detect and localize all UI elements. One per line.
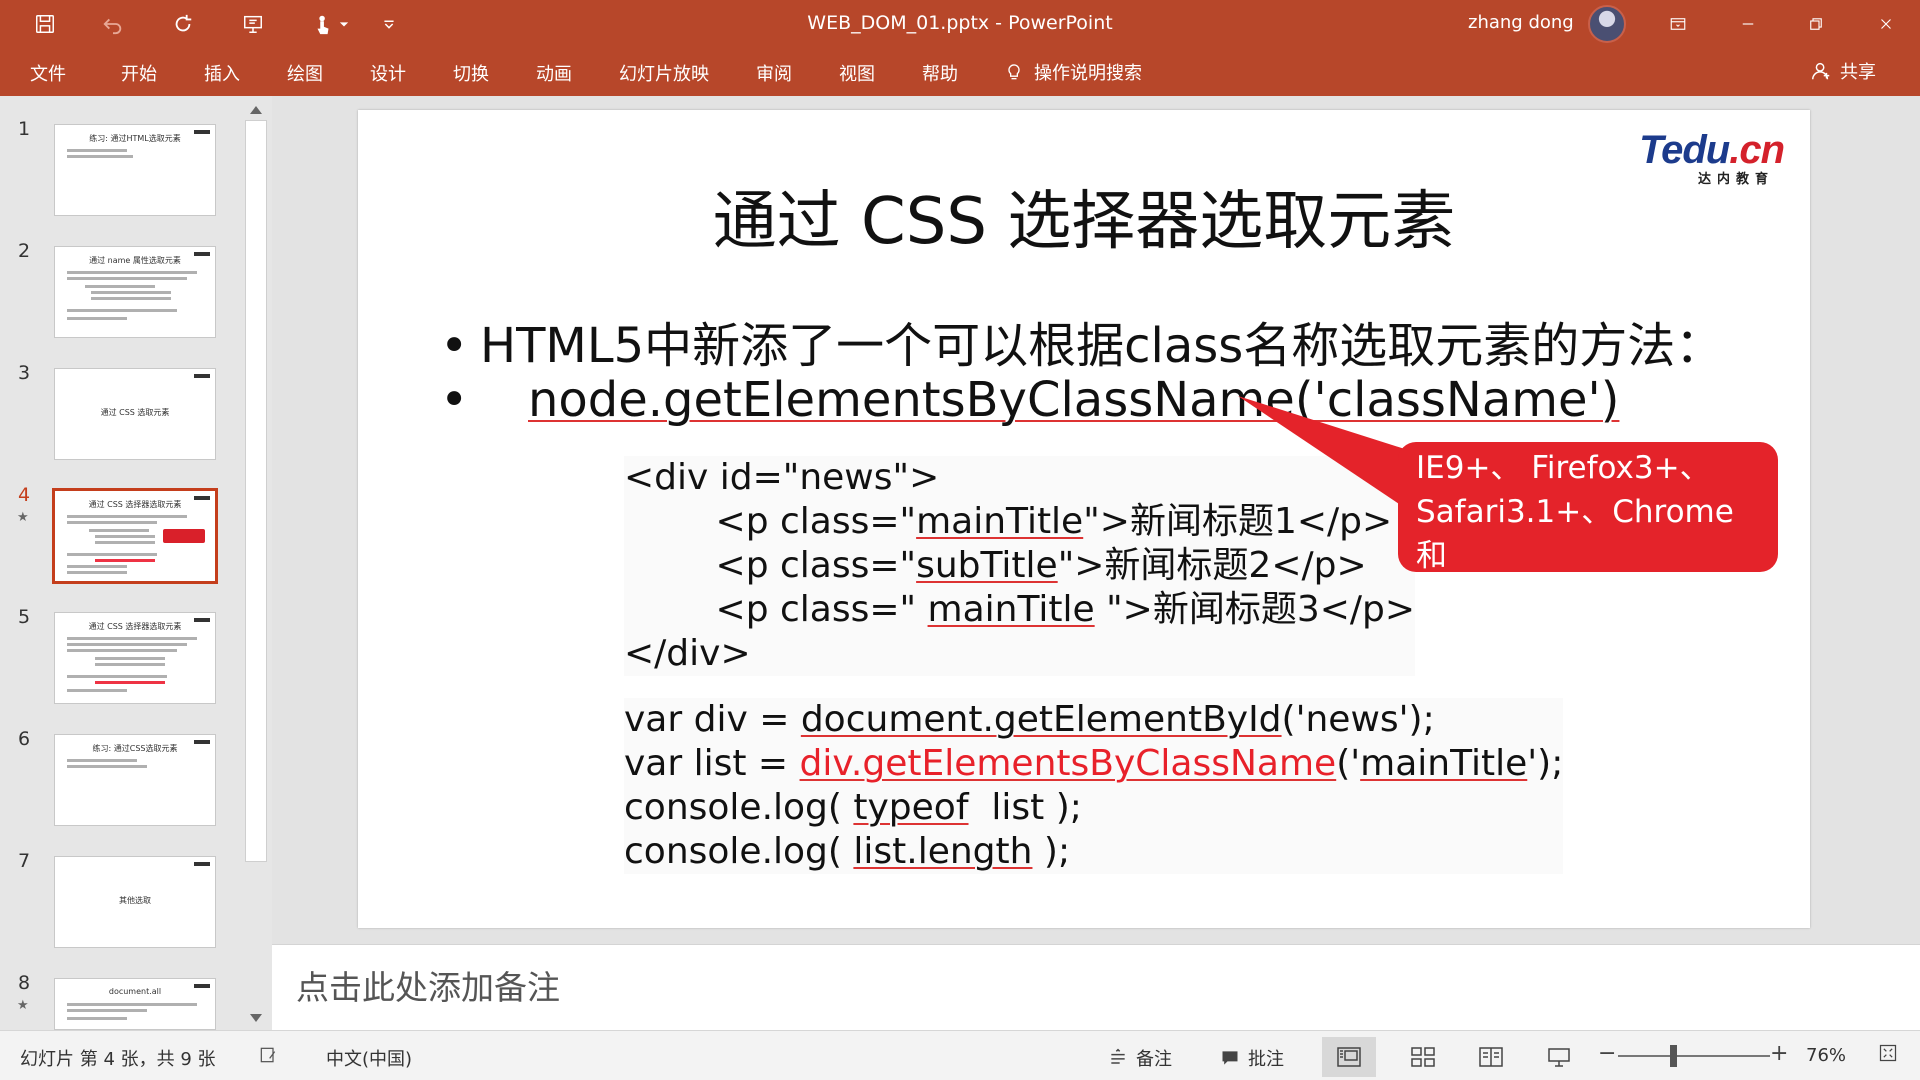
tab-slideshow[interactable]: 幻灯片放映 xyxy=(619,60,709,86)
slide-thumbnail-1[interactable]: 练习: 通过HTML选取元素 xyxy=(54,124,216,216)
reading-view-button[interactable] xyxy=(1464,1037,1518,1077)
tab-draw[interactable]: 绘图 xyxy=(287,60,323,86)
slide-thumbnail-5[interactable]: 通过 CSS 选择器选取元素 xyxy=(54,612,216,704)
thumbnail-scrollbar[interactable] xyxy=(244,100,268,1030)
notes-label: 备注 xyxy=(1136,1049,1172,1070)
undo-icon[interactable] xyxy=(96,8,130,40)
browser-support-callout[interactable]: IE9+、 Firefox3+、 Safari3.1+、Chrome和 Oper… xyxy=(1398,442,1778,618)
html-code-example[interactable]: <div id="news"> <p class="mainTitle">新闻标… xyxy=(624,456,1416,676)
thumb-title: document.all xyxy=(108,987,162,996)
notes-placeholder: 点击此处添加备注 xyxy=(296,968,560,1007)
thumb-title: 练习: 通过HTML选取元素 xyxy=(89,134,181,143)
notes-toggle-button[interactable]: 备注 xyxy=(1108,1045,1172,1071)
avatar[interactable] xyxy=(1588,5,1626,43)
slide-thumbnail-6[interactable]: 练习: 通过CSS选取元素 xyxy=(54,734,216,826)
ribbon-tabs: 文件 开始 插入 绘图 设计 切换 动画 幻灯片放映 审阅 视图 帮助 操作说明… xyxy=(0,48,1920,96)
slide-count-status[interactable]: 幻灯片 第 4 张，共 9 张 xyxy=(20,1045,216,1071)
ribbon-display-options-icon[interactable] xyxy=(1644,0,1712,48)
save-icon[interactable] xyxy=(28,8,62,40)
slide-number: 5 xyxy=(18,606,31,628)
scrollbar-thumb[interactable] xyxy=(245,120,267,862)
tab-transitions[interactable]: 切换 xyxy=(453,60,489,86)
bullet-text-2[interactable]: • node.getElementsByClassName('className'… xyxy=(440,372,1619,428)
normal-view-button[interactable] xyxy=(1322,1037,1376,1077)
tab-file[interactable]: 文件 xyxy=(30,60,66,86)
animation-star-icon: ★ xyxy=(17,510,29,525)
thumb-title: 通过 CSS 选择器选取元素 xyxy=(88,500,182,509)
notes-pane[interactable]: 点击此处添加备注 xyxy=(272,944,1920,1030)
customize-toolbar-icon[interactable] xyxy=(372,8,406,40)
document-title: WEB_DOM_01.pptx - PowerPoint xyxy=(807,12,1113,34)
scroll-down-icon[interactable] xyxy=(250,1014,262,1022)
comment-icon xyxy=(1222,1051,1238,1065)
thumb-title: 通过 CSS 选择器选取元素 xyxy=(88,622,182,631)
comments-label: 批注 xyxy=(1248,1049,1284,1070)
tell-me-label: 操作说明搜索 xyxy=(1034,63,1142,84)
slide-number: 3 xyxy=(18,362,31,384)
tab-home[interactable]: 开始 xyxy=(121,60,157,86)
slide-number: 8 xyxy=(18,972,31,994)
close-button[interactable] xyxy=(1852,0,1920,48)
slide-thumbnail-7[interactable]: 其他选取 xyxy=(54,856,216,948)
spelling-check-icon[interactable] xyxy=(258,1045,278,1065)
share-button[interactable]: 共享 xyxy=(1810,58,1876,84)
tab-view[interactable]: 视图 xyxy=(839,60,875,86)
tell-me-search[interactable]: 操作说明搜索 xyxy=(1004,58,1142,86)
slide-number: 7 xyxy=(18,850,31,872)
normal-view-icon xyxy=(1337,1047,1361,1067)
slide-number: 2 xyxy=(18,240,31,262)
slide-thumbnail-4[interactable]: 通过 CSS 选择器选取元素 xyxy=(52,488,218,584)
slide-canvas[interactable]: Tedu.cn 达内教育 通过 CSS 选择器选取元素 • HTML5中新添了一个… xyxy=(358,110,1810,928)
js-code-example[interactable]: var div = document.getElementById('news'… xyxy=(624,698,1564,874)
slide-sorter-icon xyxy=(1411,1047,1435,1067)
restore-button[interactable] xyxy=(1782,0,1850,48)
thumb-title: 练习: 通过CSS选取元素 xyxy=(92,744,178,753)
notes-icon xyxy=(1111,1048,1125,1064)
minimize-button[interactable] xyxy=(1714,0,1782,48)
tab-insert[interactable]: 插入 xyxy=(204,60,240,86)
tab-animations[interactable]: 动画 xyxy=(536,60,572,86)
slide-number: 6 xyxy=(18,728,31,750)
status-bar: 幻灯片 第 4 张，共 9 张 中文(中国) 备注 批注 − + 76% xyxy=(0,1030,1920,1080)
language-status[interactable]: 中文(中国) xyxy=(326,1045,412,1071)
slide-sorter-view-button[interactable] xyxy=(1396,1037,1450,1077)
slide-thumbnail-8[interactable]: document.all xyxy=(54,978,216,1030)
slide-title[interactable]: 通过 CSS 选择器选取元素 xyxy=(358,170,1810,262)
zoom-slider[interactable] xyxy=(1618,1055,1770,1057)
present-from-start-icon[interactable] xyxy=(236,8,270,40)
user-name[interactable]: zhang dong xyxy=(1468,12,1574,33)
fit-to-window-icon[interactable] xyxy=(1878,1043,1898,1063)
zoom-in-button[interactable]: + xyxy=(1770,1041,1788,1066)
comments-toggle-button[interactable]: 批注 xyxy=(1220,1045,1284,1071)
reading-view-icon xyxy=(1479,1047,1503,1067)
redo-icon[interactable] xyxy=(166,8,200,40)
zoom-out-button[interactable]: − xyxy=(1598,1041,1616,1066)
thumb-title: 通过 CSS 选取元素 xyxy=(100,408,170,417)
lightbulb-icon xyxy=(1008,64,1020,80)
slide-thumbnail-2[interactable]: 通过 name 属性选取元素 xyxy=(54,246,216,338)
slide-number: 1 xyxy=(18,118,31,140)
title-bar: WEB_DOM_01.pptx - PowerPoint zhang dong xyxy=(0,0,1920,48)
slideshow-view-button[interactable] xyxy=(1532,1037,1586,1077)
thumb-title: 其他选取 xyxy=(119,896,151,905)
zoom-slider-thumb[interactable] xyxy=(1670,1045,1677,1067)
slide-thumbnail-3[interactable]: 通过 CSS 选取元素 xyxy=(54,368,216,460)
touch-mode-dropdown-icon[interactable] xyxy=(334,8,354,40)
zoom-level[interactable]: 76% xyxy=(1806,1045,1846,1066)
animation-star-icon: ★ xyxy=(17,998,29,1013)
slideshow-icon xyxy=(1548,1048,1570,1067)
person-icon xyxy=(1812,62,1830,80)
bullet-text-1[interactable]: • HTML5中新添了一个可以根据class名称选取元素的方法： xyxy=(440,306,1723,376)
slide-thumbnail-pane: 1 练习: 通过HTML选取元素 2 通过 name 属性选取元素 3 通过 C… xyxy=(0,96,272,1030)
share-label: 共享 xyxy=(1840,62,1876,83)
slide-number: 4 xyxy=(18,484,31,506)
thumb-title: 通过 name 属性选取元素 xyxy=(89,256,181,265)
tab-design[interactable]: 设计 xyxy=(370,60,406,86)
scroll-up-icon[interactable] xyxy=(250,106,262,114)
tab-review[interactable]: 审阅 xyxy=(756,60,792,86)
tab-help[interactable]: 帮助 xyxy=(922,60,958,86)
